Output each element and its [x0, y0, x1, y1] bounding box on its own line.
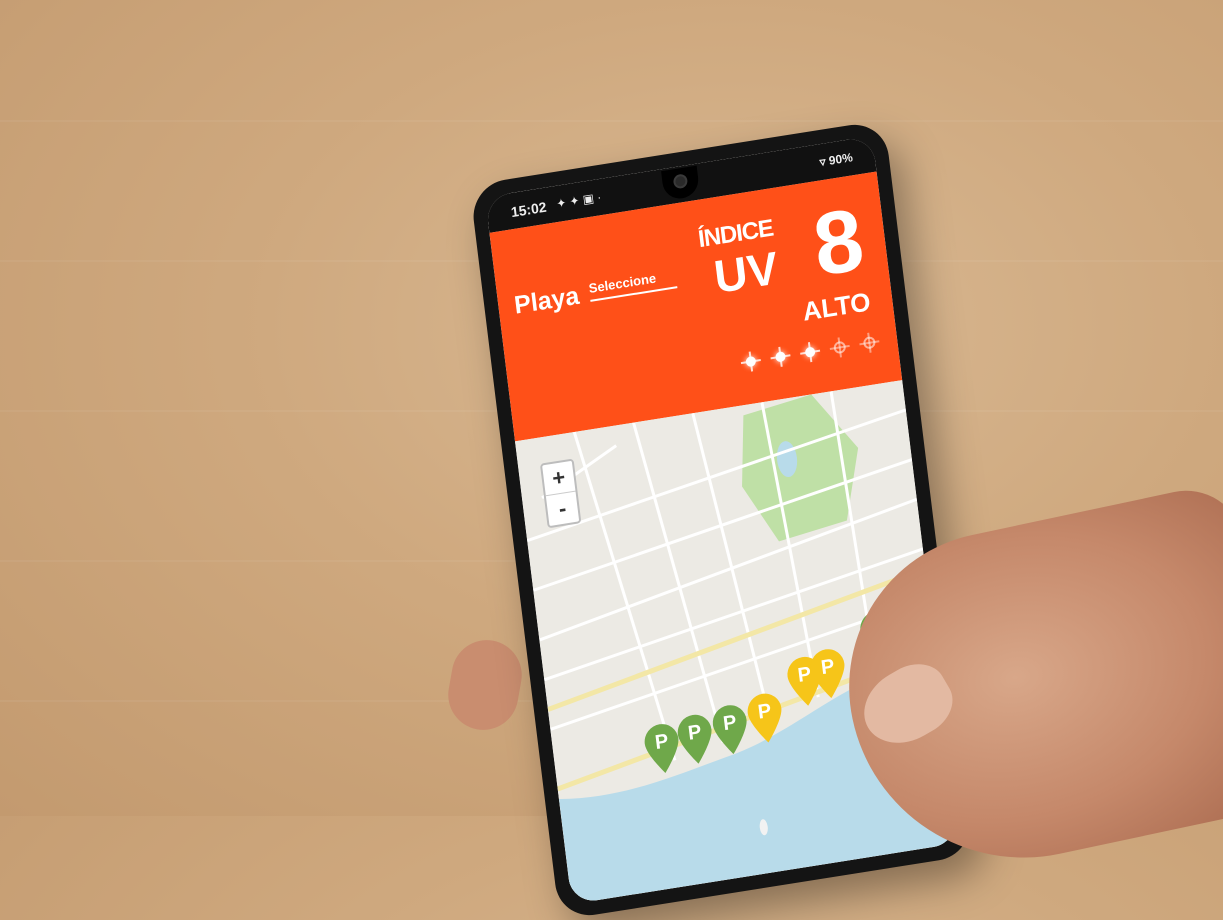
sun-empty-icon	[829, 336, 851, 359]
sun-filled-icon	[799, 341, 821, 364]
beach-pin-icon[interactable]: P	[743, 689, 787, 747]
sun-core	[833, 340, 847, 355]
beach-select[interactable]: Seleccione	[587, 266, 678, 302]
sun-filled-icon	[740, 350, 762, 373]
sun-core	[862, 335, 877, 350]
beach-label: Playa	[512, 281, 581, 320]
zoom-out-button[interactable]: -	[545, 490, 580, 527]
sun-core	[804, 346, 816, 358]
sun-core	[774, 351, 787, 363]
battery-indicator: ▿ 90%	[818, 150, 854, 170]
zoom-in-button[interactable]: +	[542, 461, 575, 495]
beach-pin-icon[interactable]: P	[806, 644, 850, 702]
sun-filled-icon	[769, 345, 791, 368]
sun-empty-icon	[858, 331, 880, 354]
status-time: 15:02	[510, 198, 548, 221]
beach-select-text: Seleccione	[587, 270, 657, 296]
notification-icons: ✦ ✦ ▣ ·	[555, 189, 603, 211]
uv-level: ALTO	[800, 286, 873, 327]
uv-word: UV	[711, 241, 781, 304]
sun-core	[745, 355, 757, 368]
uv-index-value: 8	[808, 188, 869, 295]
uv-sun-rating	[740, 331, 881, 373]
left-finger	[442, 634, 528, 736]
